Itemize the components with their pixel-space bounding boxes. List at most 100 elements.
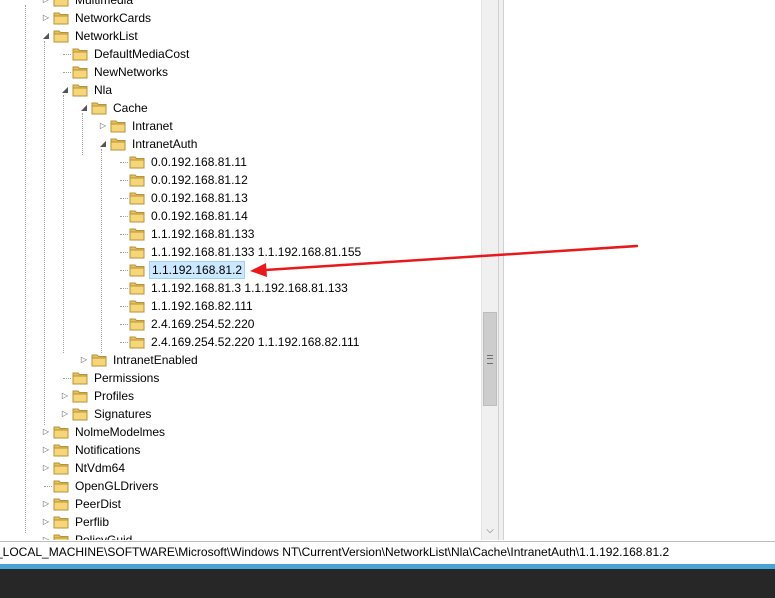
scrollbar-thumb[interactable] [483, 312, 497, 406]
registry-key-label[interactable]: NetworkCards [73, 9, 153, 27]
expand-arrow-icon[interactable]: ▷ [98, 117, 108, 135]
values-pane[interactable] [504, 0, 775, 540]
registry-key-label[interactable]: NtVdm64 [73, 459, 127, 477]
registry-key-row[interactable]: ▷ NetworkCards [0, 9, 481, 27]
registry-key-label[interactable]: 2.4.169.254.52.220 1.1.192.168.82.111 [149, 333, 361, 351]
registry-key-label[interactable]: OpenGLDrivers [73, 477, 160, 495]
registry-key-label[interactable]: 2.4.169.254.52.220 [149, 315, 256, 333]
registry-key-row[interactable]: 0.0.192.168.81.14 [0, 207, 481, 225]
expand-arrow-icon[interactable]: ▷ [41, 9, 51, 27]
registry-key-label[interactable]: 1.1.192.168.81.133 1.1.192.168.81.155 [149, 243, 363, 261]
expand-arrow-icon[interactable]: ▷ [41, 513, 51, 531]
collapse-arrow-icon[interactable]: ◢ [41, 27, 51, 45]
registry-key-label[interactable]: 0.0.192.168.81.11 [149, 153, 249, 171]
folder-icon [129, 173, 145, 187]
registry-key-row[interactable]: ◢ IntranetAuth [0, 135, 481, 153]
folder-icon [129, 155, 145, 169]
registry-key-row[interactable]: 1.1.192.168.82.111 [0, 297, 481, 315]
registry-key-row[interactable]: 0.0.192.168.81.12 [0, 171, 481, 189]
registry-key-label[interactable]: 1.1.192.168.81.3 1.1.192.168.81.133 [149, 279, 350, 297]
registry-key-label[interactable]: Cache [111, 99, 150, 117]
registry-key-label[interactable]: IntranetEnabled [111, 351, 200, 369]
registry-key-row[interactable]: ▷ Notifications [0, 441, 481, 459]
tree-connector [120, 234, 128, 235]
registry-key-row[interactable]: ▷ Signatures [0, 405, 481, 423]
tree-connector [63, 54, 71, 55]
expand-arrow-icon[interactable]: ▷ [41, 441, 51, 459]
registry-key-label[interactable]: 1.1.192.168.82.111 [149, 297, 255, 315]
registry-key-row[interactable]: ▷ IntranetEnabled [0, 351, 481, 369]
registry-key-row[interactable]: 1.1.192.168.81.2 [0, 261, 481, 279]
collapse-arrow-icon[interactable]: ◢ [60, 81, 70, 99]
tree-connector [120, 252, 128, 253]
registry-key-row[interactable]: 2.4.169.254.52.220 1.1.192.168.82.111 [0, 333, 481, 351]
selected-key-label[interactable]: 1.1.192.168.81.2 [149, 261, 246, 279]
folder-icon [72, 371, 88, 385]
registry-key-label[interactable]: 0.0.192.168.81.12 [149, 171, 250, 189]
registry-key-label[interactable]: Multimedia [73, 0, 135, 9]
expand-arrow-icon[interactable]: ▷ [60, 387, 70, 405]
registry-key-label[interactable]: Permissions [92, 369, 161, 387]
registry-key-label[interactable]: NetworkList [73, 27, 140, 45]
registry-key-row[interactable]: ◢ NetworkList [0, 27, 481, 45]
registry-key-row[interactable]: 0.0.192.168.81.11 [0, 153, 481, 171]
registry-key-row[interactable]: 1.1.192.168.81.133 1.1.192.168.81.155 [0, 243, 481, 261]
folder-icon [53, 425, 69, 439]
registry-key-label[interactable]: NolmeModelmes [73, 423, 167, 441]
registry-key-row[interactable]: 1.1.192.168.81.3 1.1.192.168.81.133 [0, 279, 481, 297]
registry-key-label[interactable]: PolicyGuid [73, 531, 134, 540]
registry-key-label[interactable]: Notifications [73, 441, 142, 459]
registry-key-row[interactable]: ▷ PeerDist [0, 495, 481, 513]
status-bar: Y_LOCAL_MACHINE\SOFTWARE\Microsoft\Windo… [0, 541, 775, 564]
collapse-arrow-icon[interactable]: ◢ [98, 135, 108, 153]
folder-icon [129, 209, 145, 223]
expand-arrow-icon[interactable]: ▷ [41, 0, 51, 9]
registry-key-row[interactable]: 2.4.169.254.52.220 [0, 315, 481, 333]
tree-vertical-scrollbar[interactable]: ⌵ [481, 0, 498, 540]
scroll-down-arrow-icon[interactable]: ⌵ [482, 522, 498, 539]
registry-key-row[interactable]: ▷ Profiles [0, 387, 481, 405]
registry-key-row[interactable]: Permissions [0, 369, 481, 387]
registry-key-row[interactable]: ▷ NtVdm64 [0, 459, 481, 477]
registry-key-row[interactable]: DefaultMediaCost [0, 45, 481, 63]
registry-key-label[interactable]: PeerDist [73, 495, 123, 513]
registry-key-label[interactable]: Nla [92, 81, 114, 99]
registry-key-label[interactable]: Profiles [92, 387, 136, 405]
expand-arrow-icon[interactable]: ▷ [41, 459, 51, 477]
expand-arrow-icon[interactable]: ▷ [60, 405, 70, 423]
registry-key-row[interactable]: ◢ Nla [0, 81, 481, 99]
scrollbar-grip-icon [487, 355, 493, 364]
registry-key-row[interactable]: ▷ Multimedia [0, 0, 481, 9]
registry-key-row[interactable]: ◢ Cache [0, 99, 481, 117]
tree-connector [63, 378, 71, 379]
registry-key-label[interactable]: 0.0.192.168.81.14 [149, 207, 250, 225]
expand-arrow-icon[interactable]: ▷ [79, 351, 89, 369]
registry-key-label[interactable]: NewNetworks [92, 63, 170, 81]
registry-key-row[interactable]: ▷ Intranet [0, 117, 481, 135]
registry-key-row[interactable]: NewNetworks [0, 63, 481, 81]
registry-key-label[interactable]: Perflib [73, 513, 111, 531]
folder-icon [129, 299, 145, 313]
registry-key-label[interactable]: DefaultMediaCost [92, 45, 191, 63]
registry-key-tree[interactable]: ▷ Multimedia ▷ NetworkCards ◢ NetworkListDefa… [0, 0, 481, 540]
expand-arrow-icon[interactable]: ▷ [41, 495, 51, 513]
registry-key-row[interactable]: ▷ NolmeModelmes [0, 423, 481, 441]
registry-key-label[interactable]: IntranetAuth [130, 135, 199, 153]
registry-key-label[interactable]: 1.1.192.168.81.133 [149, 225, 256, 243]
registry-key-row[interactable]: 0.0.192.168.81.13 [0, 189, 481, 207]
expand-arrow-icon[interactable]: ▷ [41, 423, 51, 441]
registry-key-row[interactable]: ▷ PolicyGuid [0, 531, 481, 540]
folder-icon [53, 533, 69, 540]
registry-key-row[interactable]: ▷ Perflib [0, 513, 481, 531]
collapse-arrow-icon[interactable]: ◢ [79, 99, 89, 117]
registry-key-label[interactable]: Signatures [92, 405, 153, 423]
registry-key-row[interactable]: OpenGLDrivers [0, 477, 481, 495]
registry-key-label[interactable]: 0.0.192.168.81.13 [149, 189, 250, 207]
expand-arrow-icon[interactable]: ▷ [41, 531, 51, 540]
registry-key-row[interactable]: 1.1.192.168.81.133 [0, 225, 481, 243]
registry-key-label[interactable]: Intranet [130, 117, 175, 135]
folder-icon [129, 191, 145, 205]
status-key-path: Y_LOCAL_MACHINE\SOFTWARE\Microsoft\Windo… [0, 545, 670, 559]
tree-connector [120, 180, 128, 181]
folder-icon [53, 515, 69, 529]
